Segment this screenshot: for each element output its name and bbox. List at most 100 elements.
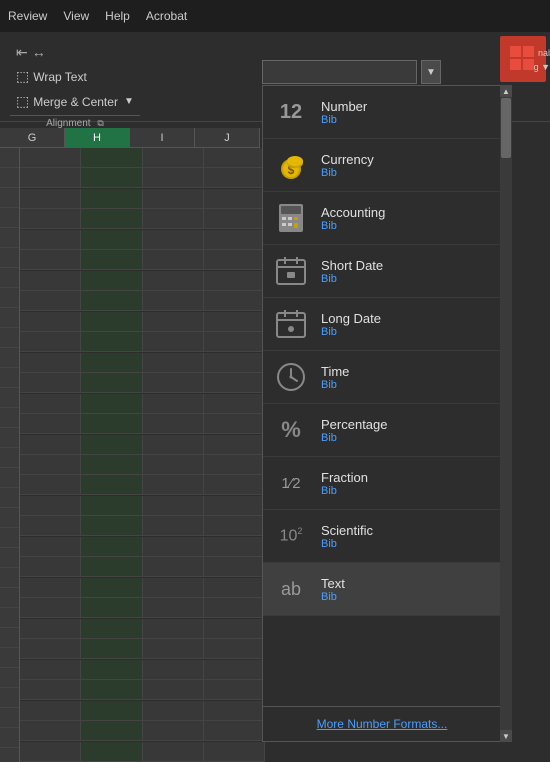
cell-r18-c3[interactable] <box>143 496 204 516</box>
cell-r14-c1[interactable] <box>20 414 81 434</box>
cell-r11-c3[interactable] <box>143 353 204 373</box>
cell-r5-c4[interactable] <box>204 230 265 250</box>
cell-r21-c4[interactable] <box>204 557 265 577</box>
cell-r10-c3[interactable] <box>143 332 204 352</box>
cell-r29-c3[interactable] <box>143 721 204 741</box>
cell-r7-c2[interactable] <box>81 271 142 291</box>
cell-r25-c2[interactable] <box>81 639 142 659</box>
cell-r1-c2[interactable] <box>81 148 142 168</box>
dropdown-item-scientific[interactable]: 102 Scientific Bib <box>263 510 501 563</box>
dropdown-item-accounting[interactable]: Accounting Bib <box>263 192 501 245</box>
cell-r12-c2[interactable] <box>81 373 142 393</box>
cell-r10-c4[interactable] <box>204 332 265 352</box>
cell-r2-c4[interactable] <box>204 168 265 188</box>
dropdown-item-short-date[interactable]: Short Date Bib <box>263 245 501 298</box>
cell-r30-c1[interactable] <box>20 742 81 762</box>
cell-r9-c3[interactable] <box>143 312 204 332</box>
cell-r11-c1[interactable] <box>20 353 81 373</box>
cell-r24-c3[interactable] <box>143 619 204 639</box>
cell-r2-c3[interactable] <box>143 168 204 188</box>
cell-r12-c3[interactable] <box>143 373 204 393</box>
cell-r24-c4[interactable] <box>204 619 265 639</box>
cell-r7-c4[interactable] <box>204 271 265 291</box>
cell-r16-c2[interactable] <box>81 455 142 475</box>
align-top-center-icon[interactable]: ↔ <box>32 44 46 61</box>
more-number-formats-footer[interactable]: More Number Formats... <box>262 706 502 742</box>
menu-acrobat[interactable]: Acrobat <box>146 9 187 23</box>
cell-r3-c3[interactable] <box>143 189 204 209</box>
more-number-formats-link[interactable]: More Number Formats... <box>317 717 448 731</box>
cell-r28-c3[interactable] <box>143 701 204 721</box>
number-format-input[interactable] <box>262 60 417 84</box>
cell-r30-c2[interactable] <box>81 742 142 762</box>
dropdown-item-currency[interactable]: $ Currency Bib <box>263 139 501 192</box>
cell-r26-c1[interactable] <box>20 660 81 680</box>
cell-r30-c3[interactable] <box>143 742 204 762</box>
menu-help[interactable]: Help <box>105 9 130 23</box>
cell-r16-c1[interactable] <box>20 455 81 475</box>
cell-r25-c3[interactable] <box>143 639 204 659</box>
cell-r15-c1[interactable] <box>20 435 81 455</box>
cell-r7-c3[interactable] <box>143 271 204 291</box>
cell-r6-c3[interactable] <box>143 250 204 270</box>
cell-r2-c2[interactable] <box>81 168 142 188</box>
cell-r19-c2[interactable] <box>81 516 142 536</box>
cell-r3-c2[interactable] <box>81 189 142 209</box>
cell-r23-c1[interactable] <box>20 598 81 618</box>
cell-r12-c1[interactable] <box>20 373 81 393</box>
cell-r8-c4[interactable] <box>204 291 265 311</box>
cell-r8-c3[interactable] <box>143 291 204 311</box>
cell-r24-c1[interactable] <box>20 619 81 639</box>
number-format-dropdown-arrow[interactable]: ▼ <box>421 60 441 84</box>
cell-r1-c4[interactable] <box>204 148 265 168</box>
scrollbar-thumb[interactable] <box>501 98 511 158</box>
cell-r20-c2[interactable] <box>81 537 142 557</box>
cell-r27-c2[interactable] <box>81 680 142 700</box>
cell-r4-c2[interactable] <box>81 209 142 229</box>
dropdown-item-number[interactable]: 12 Number Bib <box>263 86 501 139</box>
cell-r17-c4[interactable] <box>204 475 265 495</box>
cell-r22-c4[interactable] <box>204 578 265 598</box>
wrap-text-button[interactable]: ⬚ Wrap Text <box>10 65 140 88</box>
cell-r18-c1[interactable] <box>20 496 81 516</box>
cell-r2-c1[interactable] <box>20 168 81 188</box>
cell-r12-c4[interactable] <box>204 373 265 393</box>
cell-r13-c3[interactable] <box>143 394 204 414</box>
dropdown-item-fraction[interactable]: 1⁄2 Fraction Bib <box>263 457 501 510</box>
cell-r13-c2[interactable] <box>81 394 142 414</box>
cell-r28-c2[interactable] <box>81 701 142 721</box>
cell-r4-c1[interactable] <box>20 209 81 229</box>
cell-r19-c1[interactable] <box>20 516 81 536</box>
cell-r28-c4[interactable] <box>204 701 265 721</box>
cell-r22-c2[interactable] <box>81 578 142 598</box>
cell-r26-c4[interactable] <box>204 660 265 680</box>
scrollbar-down-arrow[interactable]: ▼ <box>500 730 512 742</box>
cell-r9-c1[interactable] <box>20 312 81 332</box>
dropdown-item-time[interactable]: Time Bib <box>263 351 501 404</box>
cell-r24-c2[interactable] <box>81 619 142 639</box>
cell-r13-c1[interactable] <box>20 394 81 414</box>
cell-r19-c3[interactable] <box>143 516 204 536</box>
cell-r1-c1[interactable] <box>20 148 81 168</box>
cell-r8-c2[interactable] <box>81 291 142 311</box>
dropdown-scrollbar[interactable]: ▲ ▼ <box>500 85 512 742</box>
cell-r4-c3[interactable] <box>143 209 204 229</box>
cell-r13-c4[interactable] <box>204 394 265 414</box>
cell-r28-c1[interactable] <box>20 701 81 721</box>
cell-r1-c3[interactable] <box>143 148 204 168</box>
cell-r21-c3[interactable] <box>143 557 204 577</box>
cell-r21-c1[interactable] <box>20 557 81 577</box>
dropdown-item-percentage[interactable]: % Percentage Bib <box>263 404 501 457</box>
cell-r26-c3[interactable] <box>143 660 204 680</box>
cell-r19-c4[interactable] <box>204 516 265 536</box>
cell-r10-c2[interactable] <box>81 332 142 352</box>
cell-r29-c1[interactable] <box>20 721 81 741</box>
cell-r27-c1[interactable] <box>20 680 81 700</box>
cell-r15-c4[interactable] <box>204 435 265 455</box>
cell-r14-c2[interactable] <box>81 414 142 434</box>
merge-center-button[interactable]: ⬚ Merge & Center ▼ <box>10 90 140 113</box>
cell-r26-c2[interactable] <box>81 660 142 680</box>
cell-r11-c2[interactable] <box>81 353 142 373</box>
cell-r22-c3[interactable] <box>143 578 204 598</box>
dropdown-item-text[interactable]: ab Text Bib <box>263 563 501 616</box>
